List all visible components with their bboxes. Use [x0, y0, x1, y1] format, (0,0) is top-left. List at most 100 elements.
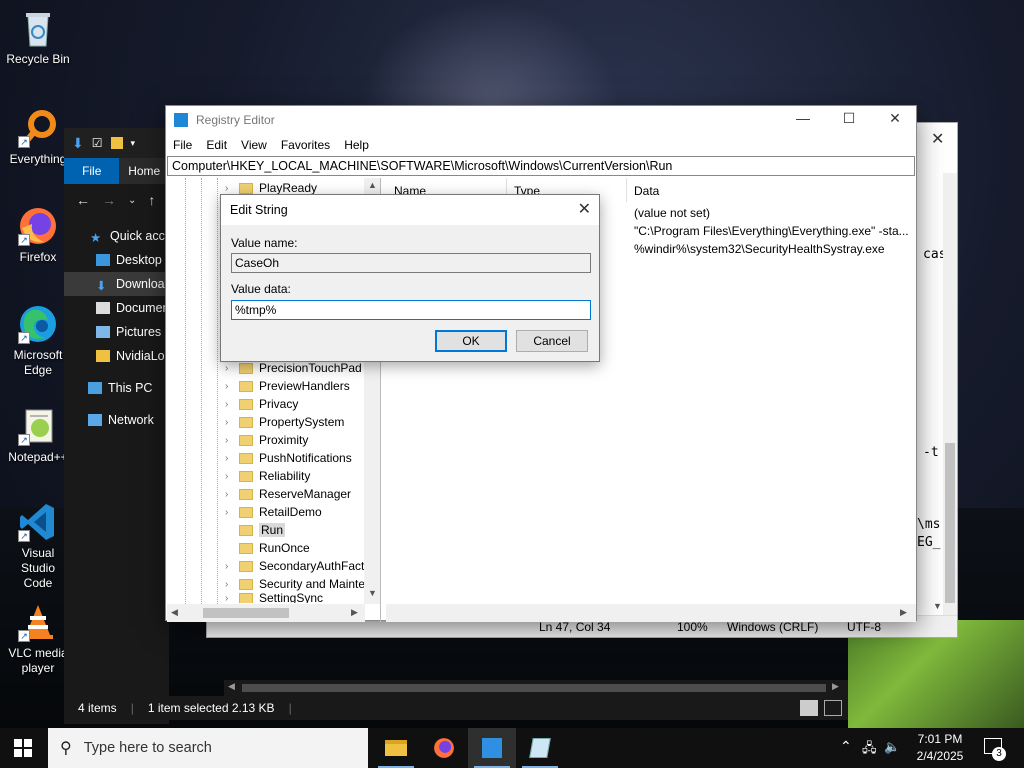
taskbar-notepad[interactable]: [516, 728, 564, 768]
tree-node-security-and-maintenance[interactable]: › Security and Mainte: [225, 575, 365, 593]
expand-chevron-icon[interactable]: ›: [225, 453, 239, 464]
expand-chevron-icon[interactable]: ›: [225, 435, 239, 446]
edit-string-dialog[interactable]: Edit String ✕ Value name: CaseOh Value d…: [220, 194, 600, 362]
expand-chevron-icon[interactable]: ›: [225, 363, 239, 374]
tree-node-settingsync[interactable]: › SettingSync: [225, 593, 323, 603]
network-status-icon[interactable]: 🖧: [862, 739, 877, 761]
tree-node-secondaryauthfactor[interactable]: › SecondaryAuthFact: [225, 557, 364, 575]
sidebar-item-nvidialogs[interactable]: NvidiaLogs: [64, 344, 178, 368]
notepad-vertical-scrollbar[interactable]: [943, 173, 957, 623]
value-data-cell[interactable]: %windir%\system32\SecurityHealthSystray.…: [634, 242, 885, 256]
close-icon[interactable]: ✕: [872, 110, 918, 132]
menu-view[interactable]: View: [241, 138, 267, 152]
expand-chevron-icon[interactable]: ›: [225, 417, 239, 428]
up-arrow-icon[interactable]: ↑: [148, 192, 155, 208]
title-bar[interactable]: Registry Editor — ☐ ✕: [166, 106, 916, 134]
notepad-close-icon[interactable]: ✕: [931, 129, 944, 149]
expand-chevron-icon[interactable]: ›: [225, 471, 239, 482]
tree-node-previewhandlers[interactable]: › PreviewHandlers: [225, 377, 350, 395]
scroll-thumb[interactable]: [203, 608, 289, 618]
tree-horizontal-scrollbar[interactable]: ◀ ▶: [167, 604, 365, 622]
desktop-icon-edge[interactable]: ↗ Microsoft Edge: [6, 304, 70, 378]
sidebar-item-this-pc[interactable]: This PC: [64, 376, 169, 400]
sidebar-item-downloads[interactable]: ⬇ Downloads: [64, 272, 178, 296]
tree-node-reliability[interactable]: › Reliability: [225, 467, 310, 485]
scroll-down-arrow-icon[interactable]: ▼: [368, 588, 377, 598]
taskbar-file-explorer[interactable]: [372, 728, 420, 768]
expand-chevron-icon[interactable]: ›: [225, 593, 239, 603]
volume-muted-icon[interactable]: 🔈: [884, 739, 900, 755]
sidebar-item-documents[interactable]: Documents: [64, 296, 179, 320]
close-icon[interactable]: ✕: [578, 199, 591, 219]
desktop-icon-firefox[interactable]: ↗ Firefox: [6, 206, 70, 265]
checkbox-icon[interactable]: ☑: [92, 136, 103, 150]
tree-node-pushnotifications[interactable]: › PushNotifications: [225, 449, 352, 467]
download-arrow-icon[interactable]: ⬇: [72, 135, 84, 152]
scroll-left-arrow-icon[interactable]: ◀: [171, 607, 178, 618]
expand-chevron-icon[interactable]: ›: [225, 489, 239, 500]
tree-node-propertysystem[interactable]: › PropertySystem: [225, 413, 344, 431]
tree-node-runonce[interactable]: RunOnce: [225, 539, 310, 557]
scroll-left-arrow-icon[interactable]: ◀: [228, 681, 235, 692]
taskbar-search-box[interactable]: ⚲ Type here to search: [48, 728, 368, 768]
tree-node-run[interactable]: Run: [225, 521, 286, 539]
scroll-down-arrow-icon[interactable]: ▼: [933, 601, 942, 611]
sidebar-item-desktop[interactable]: Desktop: [64, 248, 169, 272]
cancel-button[interactable]: Cancel: [516, 330, 588, 352]
scroll-right-arrow-icon[interactable]: ▶: [832, 681, 839, 692]
taskbar-registry-editor[interactable]: [468, 728, 516, 768]
column-header-data[interactable]: Data: [634, 184, 659, 198]
desktop-icon-everything[interactable]: ↗ Everything: [6, 108, 70, 167]
sidebar-item-pictures[interactable]: Pictures: [64, 320, 169, 344]
desktop-icon-recycle-bin[interactable]: Recycle Bin: [6, 8, 70, 67]
large-icons-view-icon[interactable]: [824, 700, 842, 716]
scroll-thumb[interactable]: [945, 443, 955, 603]
customize-dropdown-icon[interactable]: ▾: [131, 138, 136, 149]
value-data-input[interactable]: %tmp%: [231, 300, 591, 320]
maximize-icon[interactable]: ☐: [826, 110, 872, 132]
taskbar-clock[interactable]: 7:01 PM 2/4/2025: [904, 731, 976, 765]
tree-node-reservemanager[interactable]: › ReserveManager: [225, 485, 351, 503]
back-arrow-icon[interactable]: ←: [76, 192, 90, 208]
scroll-up-arrow-icon[interactable]: ▲: [368, 180, 377, 190]
folder-icon[interactable]: [110, 137, 123, 149]
values-horizontal-scrollbar[interactable]: ▶: [386, 604, 916, 622]
desktop-icon-vlc[interactable]: ↗ VLC media player: [6, 602, 70, 676]
tree-node-privacy[interactable]: › Privacy: [225, 395, 298, 413]
expand-chevron-icon[interactable]: ›: [225, 183, 239, 194]
ok-button[interactable]: OK: [435, 330, 507, 352]
details-view-icon[interactable]: [800, 700, 818, 716]
scroll-right-arrow-icon[interactable]: ▶: [900, 607, 907, 618]
registry-editor-window[interactable]: Registry Editor — ☐ ✕ File Edit View Fav…: [165, 105, 917, 622]
menu-help[interactable]: Help: [344, 138, 369, 152]
recent-locations-chevron-icon[interactable]: ⌄: [128, 195, 136, 206]
taskbar-firefox[interactable]: [420, 728, 468, 768]
menu-favorites[interactable]: Favorites: [281, 138, 330, 152]
tree-node-proximity[interactable]: › Proximity: [225, 431, 308, 449]
chevron-up-icon[interactable]: ⌃: [840, 738, 852, 755]
expand-chevron-icon[interactable]: ›: [225, 579, 239, 590]
value-data-cell[interactable]: "C:\Program Files\Everything\Everything.…: [634, 224, 909, 238]
expand-chevron-icon[interactable]: ›: [225, 399, 239, 410]
forward-arrow-icon[interactable]: →: [102, 192, 116, 208]
desktop-icon-notepad-plus-plus[interactable]: ↗ Notepad++: [6, 406, 70, 465]
expand-chevron-icon[interactable]: ›: [225, 381, 239, 392]
value-data-cell[interactable]: (value not set): [634, 206, 710, 220]
tab-file[interactable]: File: [64, 158, 120, 184]
tab-home[interactable]: Home: [119, 158, 169, 184]
sidebar-item-quick-access[interactable]: ★ Quick access: [64, 224, 184, 248]
scroll-thumb[interactable]: [242, 684, 826, 692]
windows-start-icon[interactable]: [14, 739, 32, 757]
expand-chevron-icon[interactable]: ›: [225, 507, 239, 518]
menu-file[interactable]: File: [173, 138, 192, 152]
sidebar-item-network[interactable]: Network: [64, 408, 169, 432]
address-bar[interactable]: Computer\HKEY_LOCAL_MACHINE\SOFTWARE\Mic…: [167, 156, 915, 176]
desktop-icon-vscode[interactable]: ↗ Visual Studio Code: [6, 502, 70, 591]
tree-node-retaildemo[interactable]: › RetailDemo: [225, 503, 322, 521]
scroll-right-arrow-icon[interactable]: ▶: [351, 607, 358, 618]
expand-chevron-icon[interactable]: ›: [225, 561, 239, 572]
value-name-field[interactable]: CaseOh: [231, 253, 591, 273]
file-explorer-window[interactable]: ⬇ ☑ ▾ File Home ← → ⌄ ↑ ★ Quick access D…: [64, 128, 184, 724]
minimize-icon[interactable]: —: [780, 110, 826, 132]
menu-edit[interactable]: Edit: [206, 138, 227, 152]
